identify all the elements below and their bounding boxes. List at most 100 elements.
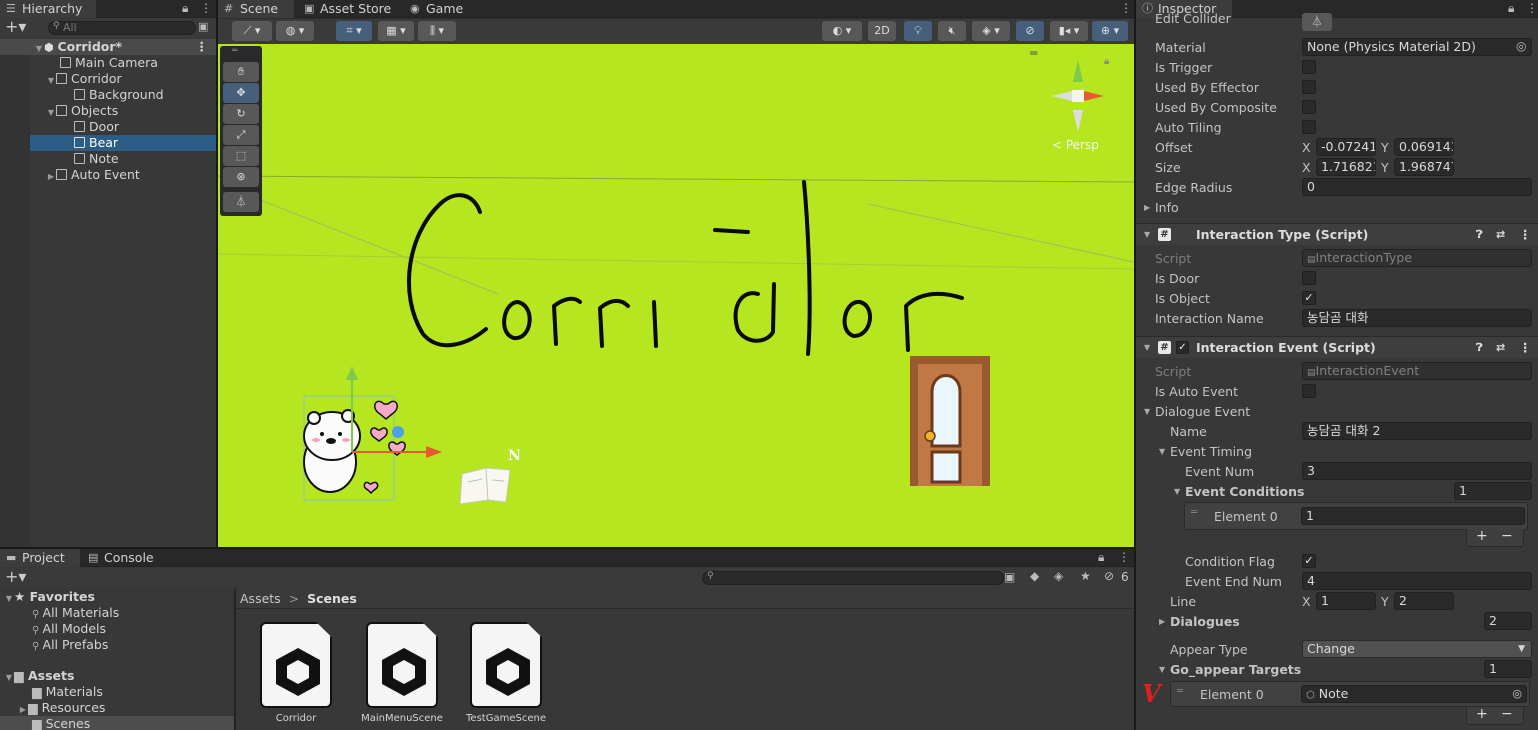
search-filter-icon[interactable]: ▣ (198, 20, 208, 33)
more-icon[interactable]: ⋮ (200, 1, 212, 15)
scale-tool-button[interactable]: ⤢ (223, 125, 259, 145)
dialogues-label[interactable]: Dialogues (1170, 614, 1240, 629)
search-by-type-icon[interactable]: ▣ (1004, 570, 1015, 584)
expand-arrow-icon[interactable]: ▼ (1144, 337, 1150, 359)
favorite-star-icon[interactable]: ★ (1080, 569, 1091, 583)
shading-mode-button[interactable]: ◐ ▾ (822, 21, 862, 41)
more-icon[interactable]: ⋮ (1526, 1, 1538, 15)
rect-tool-button[interactable]: ⬚ (223, 146, 259, 166)
interaction-event-header[interactable]: ▼ # ✓ Interaction Event (Script) ❓︎ ⇄ ⋮ (1136, 336, 1538, 358)
info-label[interactable]: Info (1155, 200, 1179, 215)
remove-element-button[interactable]: − (1501, 706, 1513, 722)
hierarchy-item-main-camera[interactable]: Main Camera (0, 55, 216, 71)
hierarchy-item-corridor[interactable]: ▼ Corridor (0, 71, 216, 87)
hierarchy-item-bear[interactable]: Bear (0, 135, 216, 151)
tab-scene[interactable]: # Scene (218, 0, 294, 18)
help-icon[interactable]: ❓︎ (1476, 337, 1483, 359)
go-element0-field[interactable]: ⬡ Note ◎ (1301, 685, 1527, 703)
favorite-item[interactable]: ⚲ All Models (0, 621, 234, 637)
hierarchy-item-objects[interactable]: ▼ Objects (0, 103, 216, 119)
dialogue-event-label[interactable]: Dialogue Event (1155, 404, 1250, 419)
label-icon[interactable]: ◈ (1054, 569, 1063, 583)
add-icon[interactable]: +▾ (5, 17, 26, 36)
auto-tiling-checkbox[interactable] (1302, 120, 1316, 134)
effects-button[interactable]: ◈ ▾ (972, 21, 1010, 41)
scene-asset[interactable]: MainMenuScene (360, 620, 444, 730)
more-icon[interactable]: ⋮ (1120, 1, 1132, 15)
is-auto-event-checkbox[interactable] (1302, 384, 1316, 398)
add-element-button[interactable]: + (1476, 528, 1488, 544)
lock-icon[interactable]: 🔒︎ (1508, 1, 1514, 16)
breadcrumb-assets[interactable]: Assets (240, 591, 281, 606)
tab-game[interactable]: ◉ Game (404, 0, 484, 18)
scene-more-icon[interactable]: ⋮ (196, 39, 209, 55)
rotate-tool-button[interactable]: ↻ (223, 104, 259, 124)
drag-handle-icon[interactable]: ═ (1177, 686, 1183, 697)
tab-project[interactable]: ▬ Project (0, 549, 80, 567)
palette-handle-icon[interactable]: ═ (232, 46, 250, 56)
interaction-type-header[interactable]: ▼ # Interaction Type (Script) ❓︎ ⇄ ⋮ (1136, 223, 1538, 245)
camera-button[interactable]: ▮◂ ▾ (1050, 21, 1088, 41)
collapse-arrow-icon[interactable]: ▶ (1159, 617, 1165, 626)
material-field[interactable]: None (Physics Material 2D) (1302, 38, 1532, 56)
breadcrumb-scenes[interactable]: Scenes (307, 591, 357, 606)
help-icon[interactable]: ❓︎ (1476, 224, 1483, 246)
grid-button[interactable]: ▦ ▾ (378, 21, 414, 41)
tab-hierarchy[interactable]: ☰ Hierarchy (0, 0, 96, 18)
hidden-packages-icon[interactable]: ⊘ (1104, 569, 1114, 583)
search-by-label-icon[interactable]: ◆ (1030, 569, 1039, 583)
audio-toggle-button[interactable]: 🔇︎ (938, 21, 966, 41)
favorites-row[interactable]: ▼ ★ Favorites (0, 589, 234, 605)
used-by-effector-checkbox[interactable] (1302, 80, 1316, 94)
expand-arrow-icon[interactable]: ▼ (1144, 407, 1150, 416)
line-x-field[interactable]: 1 (1316, 592, 1376, 610)
remove-element-button[interactable]: − (1501, 528, 1513, 544)
edit-collider-button[interactable]: ⏃ (1302, 13, 1332, 31)
move-tool-button[interactable]: ✥ (223, 83, 259, 103)
condition-flag-checkbox[interactable]: ✓ (1302, 554, 1316, 568)
go-appear-targets-label[interactable]: Go_appear Targets (1170, 662, 1301, 677)
expand-arrow-icon[interactable]: ▼ (1159, 665, 1165, 674)
settings-icon[interactable]: ⇄ (1496, 337, 1505, 359)
expand-arrow-icon[interactable]: ▼ (1159, 447, 1165, 456)
more-icon[interactable]: ⋮ (1519, 224, 1532, 246)
lighting-toggle-button[interactable]: 💡︎ (904, 21, 932, 41)
drag-handle-icon[interactable]: ═ (1191, 507, 1197, 518)
persp-label[interactable]: < Persp (1052, 138, 1099, 152)
line-y-field[interactable]: 2 (1394, 592, 1454, 610)
lock-icon[interactable]: 🔒︎ (1098, 550, 1104, 565)
is-door-checkbox[interactable] (1302, 271, 1316, 285)
scene-viewport[interactable]: N < Persp 🔒︎ ═ ═ ✋︎ ✥ ↻ ⤢ ⬚ ⊛ ⏃ (218, 44, 1134, 547)
assets-row[interactable]: ▼ ▆ Assets (0, 668, 234, 684)
hand-tool-button[interactable]: ✋︎ (223, 62, 259, 82)
offset-x-field[interactable]: -0.07241 (1316, 138, 1376, 156)
expand-arrow-icon[interactable]: ▼ (1144, 224, 1150, 246)
draw-mode-button[interactable]: ⟋ ▾ (232, 21, 272, 41)
grid-snap-button[interactable]: ⌗ ▾ (336, 21, 372, 41)
custom-tool-button[interactable]: ⏃ (223, 192, 259, 212)
hierarchy-item-auto-event[interactable]: ▶ Auto Event (0, 167, 216, 183)
is-trigger-checkbox[interactable] (1302, 60, 1316, 74)
used-by-composite-checkbox[interactable] (1302, 100, 1316, 114)
edge-radius-field[interactable]: 0 (1302, 178, 1532, 196)
object-picker-icon[interactable]: ◎ (1516, 39, 1526, 53)
name-field[interactable]: 농담곰 대화 2 (1302, 422, 1532, 440)
size-y-field[interactable]: 1.968747 (1394, 158, 1454, 176)
hidden-objects-button[interactable]: ⊘ (1016, 21, 1044, 41)
tab-console[interactable]: ▤ Console (82, 549, 162, 567)
lock-icon[interactable]: 🔒︎ (182, 1, 188, 16)
event-conditions-size-field[interactable]: 1 (1454, 482, 1532, 500)
scene-asset[interactable]: TestGameScene (464, 620, 548, 730)
event-num-field[interactable]: 3 (1302, 462, 1532, 480)
folder-item-selected[interactable]: ▆ Scenes (0, 716, 234, 730)
favorite-item[interactable]: ⚲ All Prefabs (0, 637, 234, 653)
event-end-num-field[interactable]: 4 (1302, 572, 1532, 590)
enabled-checkbox[interactable]: ✓ (1176, 341, 1189, 354)
event-timing-label[interactable]: Event Timing (1170, 444, 1252, 459)
go-appear-targets-size-field[interactable]: 1 (1484, 660, 1532, 678)
gizmo-lock-icon[interactable]: 🔒︎ (1104, 56, 1109, 67)
hierarchy-item-background[interactable]: Background (0, 87, 216, 103)
tab-asset-store[interactable]: ▣ Asset Store (298, 0, 408, 18)
event-conditions-label[interactable]: Event Conditions (1185, 484, 1304, 499)
expand-arrow-icon[interactable]: ▼ (1174, 487, 1180, 496)
